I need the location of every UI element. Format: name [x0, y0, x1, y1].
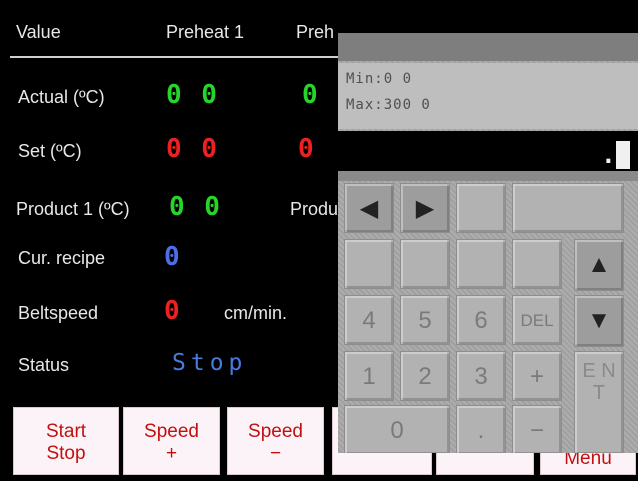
blank-key-4[interactable]: [400, 239, 450, 289]
display-suffix: .0: [601, 141, 630, 169]
blank-key-3[interactable]: [344, 239, 394, 289]
key-6[interactable]: 6: [456, 295, 506, 345]
product1-label: Product 1 (ºC): [16, 199, 130, 219]
actual-preheat1-value: 0 0: [166, 80, 219, 110]
actual-label: Actual (ºC): [18, 87, 105, 107]
key-5[interactable]: 5: [400, 295, 450, 345]
key-2[interactable]: 2: [400, 351, 450, 401]
min-value: Min:0 0: [346, 71, 413, 87]
recipe-value[interactable]: 0: [164, 242, 182, 272]
blank-key-2[interactable]: [512, 183, 624, 233]
set-label: Set (ºC): [18, 141, 82, 161]
hmi-screen: Value Preheat 1 Preh Actual (ºC) 0 0 0 S…: [0, 0, 638, 481]
key-4[interactable]: 4: [344, 295, 394, 345]
speed-minus-line2: −: [269, 443, 282, 464]
blank-key-1[interactable]: [456, 183, 506, 233]
speed-plus-line2: +: [165, 443, 178, 464]
key-0[interactable]: 0: [344, 405, 450, 453]
speed-plus-button[interactable]: Speed +: [123, 407, 220, 475]
up-arrow-key[interactable]: ▲: [574, 239, 624, 291]
speed-plus-line1: Speed: [144, 421, 199, 442]
beltspeed-unit: cm/min.: [224, 303, 287, 323]
decimal-point-key[interactable]: .: [456, 405, 506, 453]
speed-minus-line1: Speed: [248, 421, 303, 442]
value-header: Value: [16, 22, 61, 42]
set-preheat1-value[interactable]: 0 0: [166, 134, 219, 164]
key-3[interactable]: 3: [456, 351, 506, 401]
product2-label: Produ: [290, 199, 339, 219]
set-preheat2-value[interactable]: 0: [298, 134, 316, 164]
plus-key[interactable]: +: [512, 351, 562, 401]
keypad-range-panel: Min:0 0 Max:300 0: [338, 63, 638, 129]
status-value: Stop: [172, 350, 248, 376]
start-stop-line2: Stop: [46, 443, 86, 464]
recipe-label: Cur. recipe: [18, 248, 106, 268]
start-stop-line1: Start: [45, 421, 87, 442]
speed-minus-button[interactable]: Speed −: [227, 407, 324, 475]
status-label: Status: [18, 355, 70, 375]
blank-key-6[interactable]: [512, 239, 562, 289]
enter-key[interactable]: E N T: [574, 351, 624, 453]
start-stop-button[interactable]: Start Stop: [13, 407, 119, 475]
product1-value: 0 0: [169, 192, 222, 222]
preheat2-header: Preh: [296, 22, 335, 42]
delete-key[interactable]: DEL: [512, 295, 562, 345]
key-1[interactable]: 1: [344, 351, 394, 401]
max-value: Max:300 0: [346, 97, 431, 113]
keypad-title-bar[interactable]: [338, 33, 638, 61]
down-arrow-key[interactable]: ▼: [574, 295, 624, 347]
actual-preheat2-value: 0: [302, 80, 320, 110]
minus-key[interactable]: −: [512, 405, 562, 453]
keypad-display: 0.0: [338, 131, 638, 171]
beltspeed-value[interactable]: 0: [164, 296, 182, 326]
numeric-keypad: Min:0 0 Max:300 0 0.0 ◀ ▶ ▲ 4 5 6 DEL ▼ …: [338, 33, 638, 453]
beltspeed-label: Beltspeed: [18, 303, 99, 323]
blank-key-5[interactable]: [456, 239, 506, 289]
right-arrow-key[interactable]: ▶: [400, 183, 450, 233]
keypad-separator: [338, 171, 638, 181]
left-arrow-key[interactable]: ◀: [344, 183, 394, 233]
preheat1-header: Preheat 1: [166, 22, 245, 42]
